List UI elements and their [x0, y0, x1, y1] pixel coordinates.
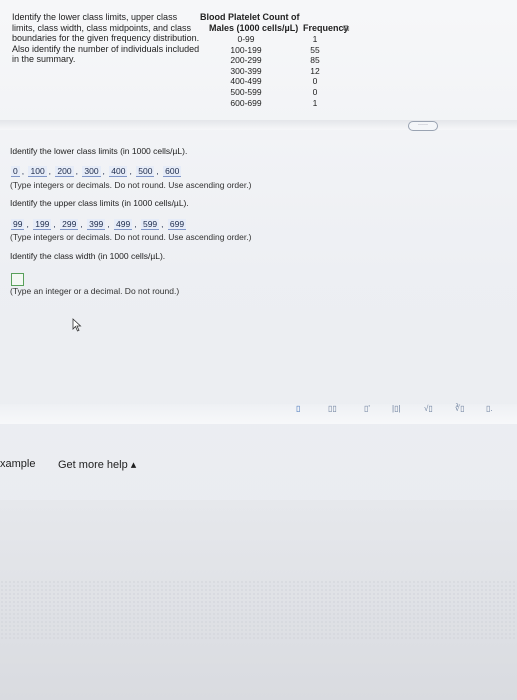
table-cell-frequency: 0	[312, 76, 318, 87]
lower-limit-input[interactable]: 600	[163, 166, 182, 177]
table-cell-class: 0-99	[237, 34, 255, 44]
screen-texture	[0, 580, 517, 640]
table-cell-frequency: 1	[312, 97, 318, 108]
lower-limit-input[interactable]: 200	[55, 166, 74, 177]
lower-limit-input[interactable]: 0	[11, 166, 20, 177]
table-cell-class: 200-299	[230, 55, 262, 66]
lower-limits-answers: 0, 100, 200, 300, 400, 500, 600	[11, 166, 182, 177]
frequency-column-header: Frequency	[303, 23, 349, 33]
class-width-input[interactable]	[11, 273, 24, 286]
copy-icon[interactable]: ⧉	[343, 23, 349, 34]
decimal-icon[interactable]: ▯.	[486, 404, 493, 413]
upper-limit-input[interactable]: 399	[87, 219, 106, 230]
table-cell-frequency: 85	[310, 55, 320, 66]
exponent-icon[interactable]: ▯'	[364, 404, 370, 413]
math-toolbar	[0, 404, 517, 424]
upper-limit-input[interactable]: 599	[140, 219, 160, 230]
sqrt-icon[interactable]: √▯	[424, 404, 433, 413]
class-width-question: Identify the class width (in 1000 cells/…	[10, 251, 166, 261]
lower-limit-input[interactable]: 500	[136, 166, 155, 177]
table-cell-frequency: 55	[310, 44, 320, 55]
table-cell-class: 400-499	[230, 76, 262, 87]
absolute-value-icon[interactable]: |▯|	[392, 404, 401, 413]
upper-limit-input[interactable]: 199	[33, 219, 52, 230]
example-link[interactable]: xample	[0, 458, 35, 470]
problem-instructions: Identify the lower class limits, upper c…	[12, 12, 200, 64]
table-cell-frequency: 0	[312, 86, 318, 97]
upper-limits-question: Identify the upper class limits (in 1000…	[10, 198, 189, 208]
table-cell-frequency: 12	[310, 65, 320, 76]
mixed-number-icon[interactable]: ▯▯	[328, 404, 337, 413]
table-cell-class: 300-399	[230, 65, 262, 76]
table-cell-class: 600-699	[230, 97, 262, 108]
table-cell-class: 100-199	[230, 44, 262, 55]
table-cell-class: 500-599	[230, 86, 262, 97]
frequency-column: 1 55 85 12 0 0 1	[305, 34, 325, 108]
upper-limit-input[interactable]: 99	[11, 219, 25, 230]
lower-limit-input[interactable]: 300	[82, 166, 101, 177]
class-column-header: Males (1000 cells/µL)	[209, 23, 299, 33]
lower-limits-question: Identify the lower class limits (in 1000…	[10, 146, 188, 156]
fraction-icon[interactable]: ▯	[296, 404, 300, 413]
table-cell-frequency: 1	[312, 34, 318, 44]
upper-limits-hint: (Type integers or decimals. Do not round…	[10, 232, 252, 242]
class-width-hint: (Type an integer or a decimal. Do not ro…	[10, 286, 180, 296]
lower-limits-hint: (Type integers or decimals. Do not round…	[10, 180, 252, 190]
nth-root-icon[interactable]: ∛▯	[455, 404, 465, 413]
upper-limit-input[interactable]: 299	[60, 219, 79, 230]
upper-limit-input[interactable]: 699	[167, 219, 187, 230]
mouse-cursor-icon	[72, 318, 82, 332]
section-divider	[0, 120, 517, 130]
more-options-button[interactable]: ·····	[408, 121, 438, 131]
get-more-help-link[interactable]: Get more help ▴	[58, 458, 136, 471]
table-title: Blood Platelet Count of	[200, 12, 300, 22]
class-column: 0-99 100-199 200-299 300-399 400-499 500…	[221, 34, 271, 108]
upper-limit-input[interactable]: 499	[114, 219, 133, 230]
upper-limits-answers: 99, 199, 299, 399, 499, 599, 699	[11, 219, 187, 230]
lower-limit-input[interactable]: 400	[109, 166, 128, 177]
lower-limit-input[interactable]: 100	[28, 166, 47, 177]
